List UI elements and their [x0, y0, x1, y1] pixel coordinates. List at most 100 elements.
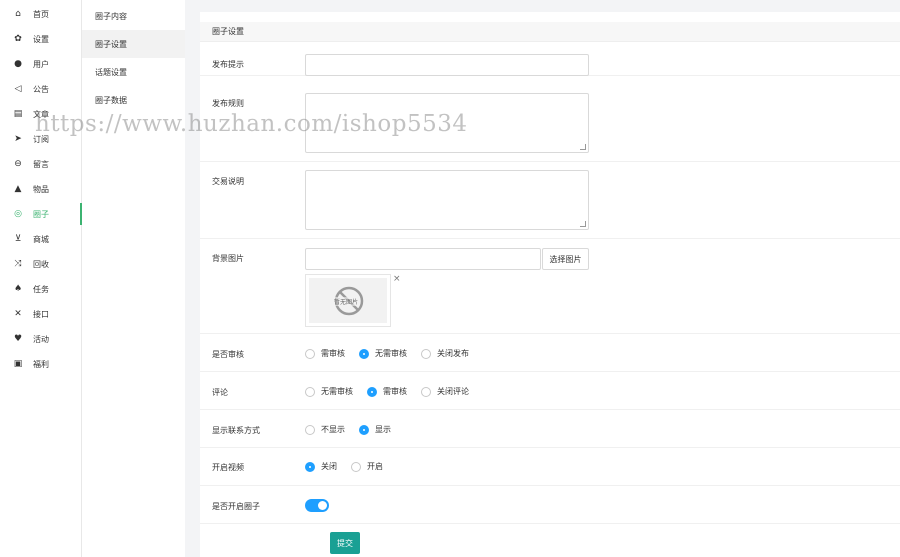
radio-checked-icon[interactable]	[359, 348, 369, 359]
sidebar-item-label: 任务	[33, 284, 49, 294]
contact-radio-option[interactable]: 不显示	[305, 424, 345, 435]
tools-icon: ✕	[14, 309, 22, 319]
contact-radio-group: 不显示 显示	[305, 424, 405, 435]
video-label: 开启视频	[212, 463, 244, 472]
radio-unchecked-icon[interactable]	[421, 386, 431, 397]
trade-desc-label: 交易说明	[212, 177, 244, 186]
sidebar-item-label: 设置	[33, 34, 49, 44]
comment-label: 评论	[212, 388, 228, 397]
publish-tip-input[interactable]	[305, 54, 589, 76]
radio-checked-icon[interactable]	[305, 461, 315, 472]
contact-label: 显示联系方式	[212, 426, 260, 435]
sidebar-item[interactable]: ⌂ 首页	[0, 3, 82, 25]
globe-icon: ◎	[14, 209, 22, 219]
video-row: 开启视频 关闭 开启	[200, 448, 900, 486]
sidebar-item-label: 首页	[33, 9, 49, 19]
sidebar-item[interactable]: ⊖ 留言	[0, 153, 82, 175]
image-placeholder: 暂无图片	[309, 278, 387, 323]
comment-row: 评论 无需审核 需审核 关闭评论	[200, 372, 900, 410]
sidebar-item[interactable]: ● 用户	[0, 53, 82, 75]
subnav-item[interactable]: 话题设置	[82, 58, 185, 86]
sidebar-item[interactable]: ▣ 福利	[0, 353, 82, 375]
sidebar-item-label: 物品	[33, 184, 49, 194]
sidebar-item-label: 留言	[33, 159, 49, 169]
sidebar-item[interactable]: ♠ 任务	[0, 278, 82, 300]
sidebar-item[interactable]: ⊻ 商城	[0, 228, 82, 250]
cart-icon: ⊻	[14, 234, 22, 244]
publish-rules-label: 发布规则	[212, 99, 244, 108]
sidebar-item-label: 福利	[33, 359, 49, 369]
radio-unchecked-icon[interactable]	[305, 386, 315, 397]
gift-icon: ▣	[13, 359, 23, 369]
sidebar-item[interactable]: ▲ 物品	[0, 178, 82, 200]
radio-unchecked-icon[interactable]	[305, 348, 315, 359]
radio-checked-icon[interactable]	[367, 386, 377, 397]
radio-unchecked-icon[interactable]	[305, 424, 315, 435]
comment-radio-label: 需审核	[383, 387, 407, 396]
sidebar-item[interactable]: ⤨ 回收	[0, 253, 82, 275]
chat-icon: ⊖	[14, 159, 22, 169]
sidebar-item-label: 公告	[33, 84, 49, 94]
watermark-text: https://www.huzhan.com/ishop5534	[35, 111, 468, 137]
review-radio-option[interactable]: 无需审核	[359, 348, 407, 359]
comment-radio-group: 无需审核 需审核 关闭评论	[305, 386, 483, 397]
video-radio-option[interactable]: 开启	[351, 461, 383, 472]
enable-circle-toggle[interactable]	[305, 499, 329, 512]
comment-radio-label: 无需审核	[321, 387, 353, 396]
review-radio-group: 需审核 无需审核 关闭发布	[305, 348, 483, 359]
contact-radio-option[interactable]: 显示	[359, 424, 391, 435]
video-radio-label: 开启	[367, 462, 383, 471]
review-row: 是否审核 需审核 无需审核 关闭发布	[200, 334, 900, 372]
radio-checked-icon[interactable]	[359, 424, 369, 435]
sidebar-item[interactable]: ◁ 公告	[0, 78, 82, 100]
radio-unchecked-icon[interactable]	[351, 461, 361, 472]
radio-unchecked-icon[interactable]	[421, 348, 431, 359]
select-image-button[interactable]: 选择图片	[542, 248, 589, 270]
video-radio-group: 关闭 开启	[305, 461, 397, 472]
contact-radio-label: 不显示	[321, 425, 345, 434]
user-icon: ●	[14, 59, 22, 69]
video-radio-option[interactable]: 关闭	[305, 461, 337, 472]
review-radio-label: 无需审核	[375, 349, 407, 358]
comment-radio-option[interactable]: 无需审核	[305, 386, 353, 397]
sidebar-item[interactable]: ♥ 活动	[0, 328, 82, 350]
contact-row: 显示联系方式 不显示 显示	[200, 410, 900, 448]
submit-button[interactable]: 提交	[330, 532, 360, 554]
enable-circle-label: 是否开启圈子	[212, 502, 260, 511]
video-radio-label: 关闭	[321, 462, 337, 471]
trade-desc-textarea[interactable]	[305, 170, 589, 230]
subnav-item[interactable]: 圈子内容	[82, 2, 185, 30]
shuffle-icon: ⤨	[14, 259, 22, 269]
sub-sidebar: 圈子内容 圈子设置 话题设置 圈子数据	[82, 0, 185, 557]
review-radio-option[interactable]: 关闭发布	[421, 348, 469, 359]
bg-image-label: 背景图片	[212, 254, 244, 263]
sidebar-item[interactable]: ✕ 接口	[0, 303, 82, 325]
main-sidebar: ⌂ 首页 ✿ 设置 ● 用户 ◁ 公告 ▤ 文章 ➤ 订阅 ⊖ 留言 ▲ 物品 ◎ 圈子 ⊻ 商城 ⤨ 回收 ♠ 任务 ✕ 接口 ♥…	[0, 0, 82, 557]
review-radio-label: 需审核	[321, 349, 345, 358]
sidebar-item-label: 圈子	[33, 209, 49, 219]
bg-image-row: 背景图片 选择图片 暂无图片 ×	[200, 239, 900, 334]
panel-title: 圈子设置	[200, 22, 900, 42]
review-radio-label: 关闭发布	[437, 349, 469, 358]
image-preview: 暂无图片	[305, 274, 391, 327]
subnav-item[interactable]: 圈子设置	[82, 30, 185, 58]
review-label: 是否审核	[212, 350, 244, 359]
trade-desc-row: 交易说明	[200, 162, 900, 239]
bg-image-input[interactable]	[305, 248, 541, 270]
sidebar-item-label: 用户	[33, 59, 49, 69]
sidebar-item[interactable]: ◎ 圈子	[0, 203, 82, 225]
subnav-item[interactable]: 圈子数据	[82, 86, 185, 114]
sidebar-item-label: 回收	[33, 259, 49, 269]
sidebar-item[interactable]: ✿ 设置	[0, 28, 82, 50]
bell-icon: ♠	[13, 284, 23, 294]
enable-circle-row: 是否开启圈子	[200, 486, 900, 524]
delete-image-icon[interactable]: ×	[393, 274, 401, 284]
speaker-icon: ◁	[14, 84, 22, 94]
publish-tip-label: 发布提示	[212, 60, 244, 69]
settings-panel: 圈子设置 发布提示 发布规则 交易说明 背景图片 选择图片 暂无图片 × 是否审…	[200, 12, 900, 557]
contact-radio-label: 显示	[375, 425, 391, 434]
review-radio-option[interactable]: 需审核	[305, 348, 345, 359]
sidebar-item-label: 接口	[33, 309, 49, 319]
comment-radio-option[interactable]: 关闭评论	[421, 386, 469, 397]
comment-radio-option[interactable]: 需审核	[367, 386, 407, 397]
